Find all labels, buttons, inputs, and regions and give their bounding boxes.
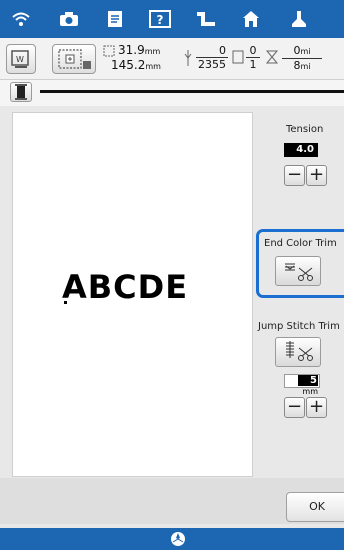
thread-color-bar [0, 80, 344, 106]
footer-bar [0, 528, 344, 550]
color-count-icon [232, 50, 244, 67]
sewing-time: 0mi 8mi [282, 44, 322, 73]
color-total: 1 [249, 58, 257, 71]
time-total-unit: mi [300, 62, 311, 71]
tension-value: 4.0 [284, 143, 318, 157]
end-color-trim-highlight [256, 229, 344, 298]
design-width: 31.9 [118, 43, 145, 57]
stitch-current: 0 [196, 44, 228, 58]
presser-foot-icon[interactable] [286, 6, 312, 32]
design-info-bar: W 31.9mm 145.2mm 0 2355 0 1 0mi 8mi [0, 38, 344, 80]
stitch-count: 0 2355 [196, 44, 228, 71]
design-height-unit: mm [145, 62, 161, 71]
jump-stitch-trim-label: Jump Stitch Trim [258, 321, 340, 332]
layout-button[interactable] [52, 44, 96, 74]
color-current: 0 [246, 44, 260, 58]
thread-progress-line [40, 90, 344, 93]
mode-icon[interactable] [170, 531, 186, 550]
top-status-bar: ? [0, 0, 344, 38]
color-count: 0 1 [246, 44, 260, 71]
jump-stitch-trim-button[interactable] [275, 337, 321, 367]
jump-stitch-value: 5 [298, 375, 318, 386]
time-current-unit: mi [300, 47, 311, 56]
jump-stitch-scissors-icon [286, 341, 313, 361]
stitch-total: 2355 [198, 58, 226, 71]
jump-stitch-unit: mm [302, 387, 318, 396]
thread-spool-button[interactable] [10, 82, 32, 102]
help-icon[interactable]: ? [147, 6, 173, 32]
design-width-unit: mm [144, 47, 161, 56]
home-icon[interactable] [238, 6, 264, 32]
frame-select-button[interactable]: W [6, 44, 36, 74]
embroidery-text: ABCDE [62, 268, 189, 306]
tension-increase-button[interactable]: + [306, 165, 327, 186]
stitch-count-icon [183, 50, 193, 69]
ok-button[interactable]: OK [286, 492, 344, 522]
wifi-icon[interactable] [8, 6, 34, 32]
camera-icon[interactable] [56, 6, 82, 32]
tension-decrease-button[interactable]: − [284, 165, 305, 186]
svg-text:W: W [16, 55, 24, 64]
embroidery-frame-icon[interactable] [193, 6, 219, 32]
jump-stitch-decrease-button[interactable]: − [284, 397, 305, 418]
svg-text:?: ? [157, 13, 164, 27]
jump-stitch-length: 5mm [284, 374, 320, 396]
design-height: 145.2 [111, 58, 146, 72]
hourglass-icon [265, 50, 279, 67]
tension-label: Tension [286, 124, 324, 135]
needle-position-marker [64, 301, 67, 304]
jump-stitch-increase-button[interactable]: + [306, 397, 327, 418]
document-icon[interactable] [102, 6, 128, 32]
